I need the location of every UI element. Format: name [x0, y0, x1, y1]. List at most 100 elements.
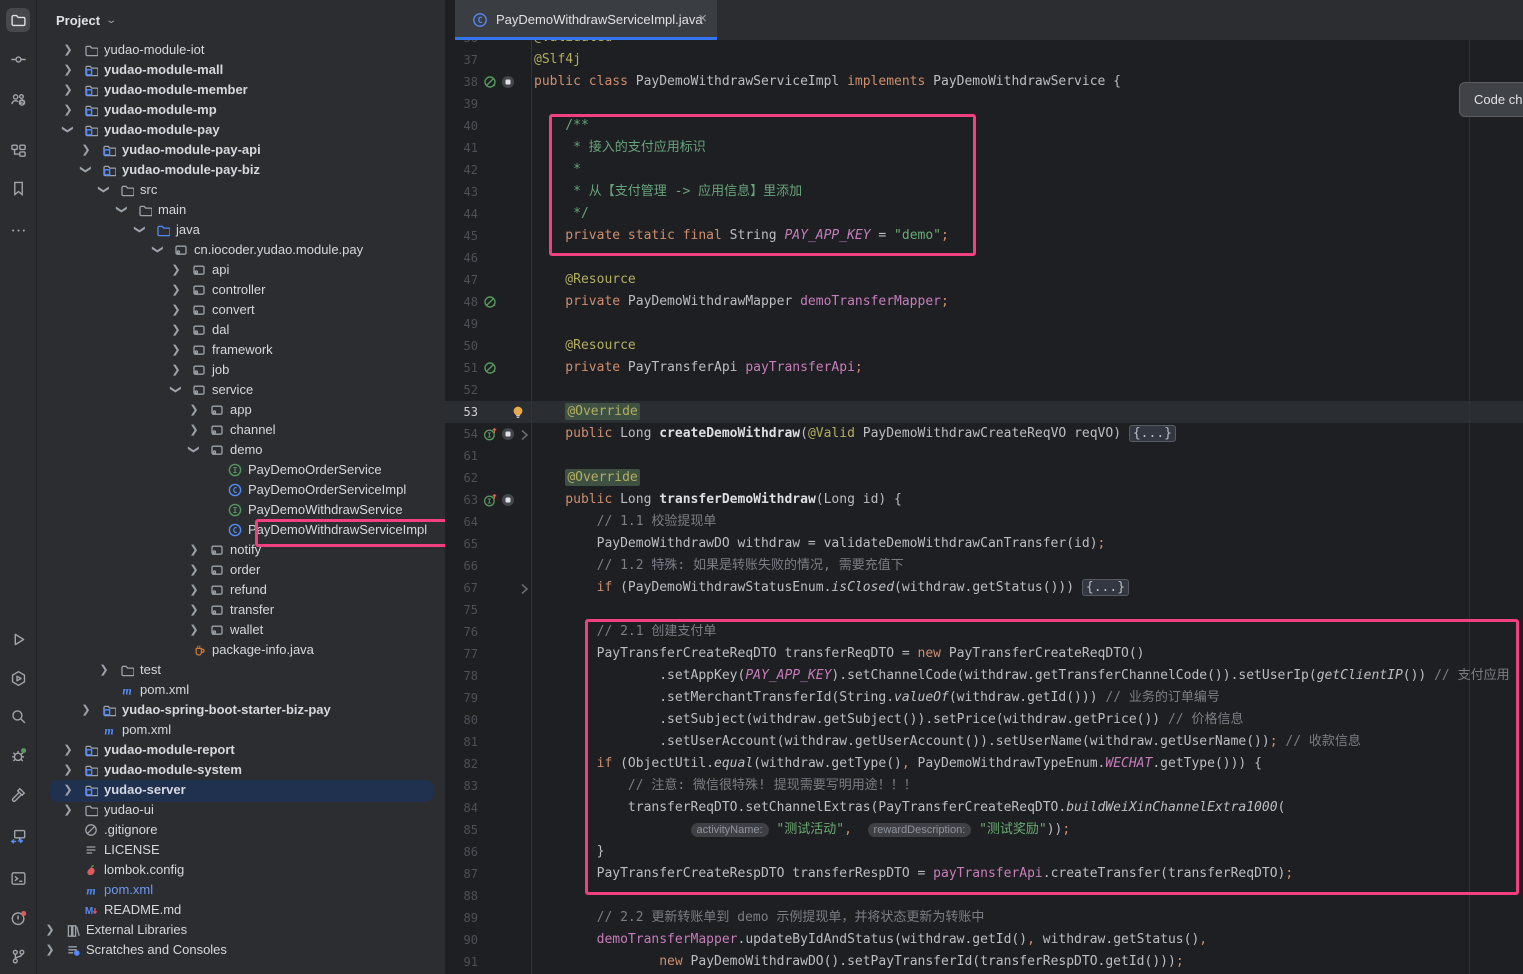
code-line-65[interactable]: PayDemoWithdrawDO withdraw = validateDem… [534, 533, 1105, 555]
chevron-right-icon[interactable]: ❯ [170, 323, 182, 336]
tree-item-controller[interactable]: ❯controller [37, 280, 445, 300]
code-line-48[interactable]: private PayDemoWithdrawMapper demoTransf… [534, 291, 949, 313]
spring-bean-icon[interactable] [483, 295, 497, 309]
chevron-right-icon[interactable]: ❯ [170, 263, 182, 276]
marker-icon[interactable] [501, 493, 515, 507]
chevron-down-icon[interactable]: ❯ [80, 164, 93, 176]
code-line-66[interactable]: // 1.2 特殊: 如果是转账失败的情况, 需要充值下 [534, 555, 904, 577]
chevron-right-icon[interactable]: ❯ [62, 803, 74, 816]
chevron-right-icon[interactable]: ❯ [188, 403, 200, 416]
code-check-overlay-button[interactable]: Code ch [1459, 82, 1523, 117]
tree-item-pom.xml[interactable]: mpom.xml [37, 680, 445, 700]
code-line-64[interactable]: // 1.1 校验提现单 [534, 511, 716, 533]
tree-item-yudao-server[interactable]: ❯yudao-server [37, 780, 445, 800]
tree-item-api[interactable]: ❯api [37, 260, 445, 280]
run-icon[interactable] [6, 627, 30, 651]
code-review-icon[interactable]: ? [6, 87, 30, 111]
chevron-down-icon[interactable]: ❯ [188, 444, 201, 456]
chevron-right-icon[interactable]: ❯ [170, 283, 182, 296]
tree-item-yudao-module-mp[interactable]: ❯yudao-module-mp [37, 100, 445, 120]
code-line-50[interactable]: @Resource [534, 335, 636, 357]
tree-item-LICENSE[interactable]: LICENSE [37, 840, 445, 860]
marker-icon[interactable] [501, 427, 515, 441]
tree-item-yudao-module-pay[interactable]: ❯yudao-module-pay [37, 120, 445, 140]
tree-item-Scratches-and-Consoles[interactable]: ❯Scratches and Consoles [37, 940, 445, 960]
tree-item-service[interactable]: ❯service [37, 380, 445, 400]
code-line-91[interactable]: new PayDemoWithdrawDO().setPayTransferId… [534, 951, 1184, 973]
spring-bean-icon[interactable] [483, 361, 497, 375]
chevron-right-icon[interactable]: ❯ [188, 423, 200, 436]
tree-item-channel[interactable]: ❯channel [37, 420, 445, 440]
tree-item-package-info.java[interactable]: package-info.java [37, 640, 445, 660]
close-icon[interactable]: × [698, 10, 707, 27]
search-icon[interactable] [6, 704, 30, 728]
tree-item-refund[interactable]: ❯refund [37, 580, 445, 600]
tree-item-test[interactable]: ❯test [37, 660, 445, 680]
chevron-right-icon[interactable]: ❯ [44, 943, 56, 956]
tree-item-framework[interactable]: ❯framework [37, 340, 445, 360]
chevron-right-icon[interactable]: ❯ [62, 63, 74, 76]
tree-item-src[interactable]: ❯src [37, 180, 445, 200]
chevron-right-icon[interactable]: ❯ [188, 623, 200, 636]
tree-item-yudao-module-system[interactable]: ❯yudao-module-system [37, 760, 445, 780]
tree-item-pom.xml[interactable]: mpom.xml [37, 880, 445, 900]
code-line-38[interactable]: public class PayDemoWithdrawServiceImpl … [534, 71, 1121, 93]
code-line-54[interactable]: public Long createDemoWithdraw(@Valid Pa… [534, 423, 1176, 445]
tree-item-wallet[interactable]: ❯wallet [37, 620, 445, 640]
tree-item-java[interactable]: ❯java [37, 220, 445, 240]
tree-item-cn.iocoder.yudao.module.pay[interactable]: ❯cn.iocoder.yudao.module.pay [37, 240, 445, 260]
tree-item-app[interactable]: ❯app [37, 400, 445, 420]
tree-item-External-Libraries[interactable]: ❯External Libraries [37, 920, 445, 940]
tree-item-PayDemoWithdrawService[interactable]: IPayDemoWithdrawService [37, 500, 445, 520]
more-tool-windows-icon[interactable] [6, 218, 30, 242]
commit-icon[interactable] [6, 47, 30, 71]
tree-item-PayDemoOrderServiceImpl[interactable]: CPayDemoOrderServiceImpl [37, 480, 445, 500]
tree-item-yudao-module-mall[interactable]: ❯yudao-module-mall [37, 60, 445, 80]
tree-item-transfer[interactable]: ❯transfer [37, 600, 445, 620]
tree-item-yudao-spring-boot-starter-biz-pay[interactable]: ❯yudao-spring-boot-starter-biz-pay [37, 700, 445, 720]
services-icon[interactable] [6, 666, 30, 690]
code-line-47[interactable]: @Resource [534, 269, 636, 291]
code-line-63[interactable]: public Long transferDemoWithdraw(Long id… [534, 489, 902, 511]
tree-item-PayDemoOrderService[interactable]: IPayDemoOrderService [37, 460, 445, 480]
bookmarks-icon[interactable] [6, 176, 30, 200]
chevron-right-icon[interactable]: ❯ [62, 783, 74, 796]
tree-item-yudao-module-member[interactable]: ❯yudao-module-member [37, 80, 445, 100]
fold-chevron-icon[interactable] [517, 581, 531, 595]
version-control-icon[interactable] [6, 944, 30, 968]
tree-item-job[interactable]: ❯job [37, 360, 445, 380]
chevron-right-icon[interactable]: ❯ [80, 143, 92, 156]
remote-dev-icon[interactable] [6, 824, 30, 848]
tree-item-yudao-module-report[interactable]: ❯yudao-module-report [37, 740, 445, 760]
code-line-37[interactable]: @Slf4j [534, 49, 581, 71]
tree-item-yudao-module-pay-biz[interactable]: ❯yudao-module-pay-biz [37, 160, 445, 180]
tree-item-yudao-module-iot[interactable]: ❯yudao-module-iot [37, 40, 445, 60]
tree-item-order[interactable]: ❯order [37, 560, 445, 580]
chevron-right-icon[interactable]: ❯ [62, 43, 74, 56]
tree-item-main[interactable]: ❯main [37, 200, 445, 220]
project-folder-icon[interactable] [6, 8, 30, 32]
chevron-down-icon[interactable]: ❯ [116, 204, 129, 216]
chevron-right-icon[interactable]: ❯ [62, 103, 74, 116]
chevron-right-icon[interactable]: ❯ [188, 583, 200, 596]
fold-chevron-icon[interactable] [517, 427, 531, 441]
tree-item-pom.xml[interactable]: mpom.xml [37, 720, 445, 740]
tree-item-yudao-ui[interactable]: ❯yudao-ui [37, 800, 445, 820]
chevron-right-icon[interactable]: ❯ [62, 83, 74, 96]
intention-bulb-icon[interactable] [511, 405, 525, 419]
chevron-right-icon[interactable]: ❯ [62, 763, 74, 776]
implements-method-icon[interactable]: I [483, 427, 497, 441]
tree-item-lombok.config[interactable]: lombok.config [37, 860, 445, 880]
tree-item-dal[interactable]: ❯dal [37, 320, 445, 340]
code-line-67[interactable]: if (PayDemoWithdrawStatusEnum.isClosed(w… [534, 577, 1129, 599]
implements-method-icon[interactable]: I [483, 493, 497, 507]
chevron-right-icon[interactable]: ❯ [44, 923, 56, 936]
terminal-icon[interactable] [6, 866, 30, 890]
chevron-right-icon[interactable]: ❯ [170, 303, 182, 316]
code-line-90[interactable]: demoTransferMapper.updateByIdAndStatus(w… [534, 929, 1207, 951]
problems-icon[interactable] [6, 906, 30, 930]
debug-icon[interactable] [6, 743, 30, 767]
spring-bean-icon[interactable] [483, 75, 497, 89]
tree-item-yudao-module-pay-api[interactable]: ❯yudao-module-pay-api [37, 140, 445, 160]
structure-icon[interactable] [6, 138, 30, 162]
